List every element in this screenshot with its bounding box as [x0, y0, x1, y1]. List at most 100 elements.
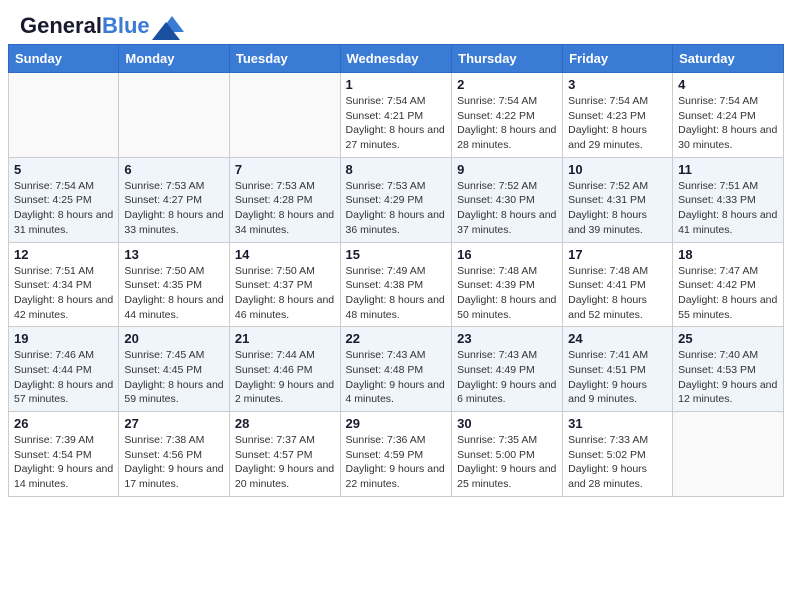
weekday-header-tuesday: Tuesday: [229, 45, 340, 73]
day-number: 18: [678, 247, 778, 262]
day-info: Sunrise: 7:51 AMSunset: 4:34 PMDaylight:…: [14, 264, 113, 323]
day-info: Sunrise: 7:44 AMSunset: 4:46 PMDaylight:…: [235, 348, 335, 407]
weekday-header-row: SundayMondayTuesdayWednesdayThursdayFrid…: [9, 45, 784, 73]
day-info: Sunrise: 7:51 AMSunset: 4:33 PMDaylight:…: [678, 179, 778, 238]
day-info: Sunrise: 7:49 AMSunset: 4:38 PMDaylight:…: [346, 264, 447, 323]
calendar-table: SundayMondayTuesdayWednesdayThursdayFrid…: [8, 44, 784, 497]
day-number: 6: [124, 162, 224, 177]
calendar-cell: 24Sunrise: 7:41 AMSunset: 4:51 PMDayligh…: [563, 327, 673, 412]
day-info: Sunrise: 7:47 AMSunset: 4:42 PMDaylight:…: [678, 264, 778, 323]
calendar-cell: 29 Sunrise: 7:36 AMSunset: 4:59 PMDayligh…: [340, 412, 452, 497]
day-number: 31: [568, 416, 667, 431]
logo-icon: [152, 12, 184, 40]
weekday-header-friday: Friday: [563, 45, 673, 73]
calendar-cell: 25Sunrise: 7:40 AMSunset: 4:53 PMDayligh…: [673, 327, 784, 412]
day-info: Sunrise: 7:39 AMSunset: 4:54 PMDaylight:…: [14, 433, 113, 492]
calendar-cell: 21Sunrise: 7:44 AMSunset: 4:46 PMDayligh…: [229, 327, 340, 412]
day-number: 19: [14, 331, 113, 346]
week-row-5: 26 Sunrise: 7:39 AMSunset: 4:54 PMDayligh…: [9, 412, 784, 497]
day-number: 15: [346, 247, 447, 262]
calendar-cell: [9, 73, 119, 158]
calendar-cell: 5 Sunrise: 7:54 AMSunset: 4:25 PMDaylight…: [9, 157, 119, 242]
calendar-cell: [229, 73, 340, 158]
calendar-cell: 10 Sunrise: 7:52 AMSunset: 4:31 PMDayligh…: [563, 157, 673, 242]
day-number: 1: [346, 77, 447, 92]
day-info: Sunrise: 7:54 AMSunset: 4:25 PMDaylight:…: [14, 179, 113, 238]
week-row-2: 5 Sunrise: 7:54 AMSunset: 4:25 PMDaylight…: [9, 157, 784, 242]
day-info: Sunrise: 7:35 AMSunset: 5:00 PMDaylight:…: [457, 433, 557, 492]
day-number: 27: [124, 416, 224, 431]
calendar-cell: 1 Sunrise: 7:54 AMSunset: 4:21 PMDaylight…: [340, 73, 452, 158]
day-info: Sunrise: 7:53 AMSunset: 4:27 PMDaylight:…: [124, 179, 224, 238]
weekday-header-thursday: Thursday: [452, 45, 563, 73]
weekday-header-sunday: Sunday: [9, 45, 119, 73]
day-number: 2: [457, 77, 557, 92]
day-info: Sunrise: 7:43 AMSunset: 4:48 PMDaylight:…: [346, 348, 447, 407]
day-number: 17: [568, 247, 667, 262]
day-info: Sunrise: 7:54 AMSunset: 4:22 PMDaylight:…: [457, 94, 557, 153]
calendar-cell: 16Sunrise: 7:48 AMSunset: 4:39 PMDayligh…: [452, 242, 563, 327]
day-number: 5: [14, 162, 113, 177]
weekday-header-monday: Monday: [119, 45, 230, 73]
calendar-wrap: SundayMondayTuesdayWednesdayThursdayFrid…: [0, 44, 792, 505]
day-number: 24: [568, 331, 667, 346]
calendar-cell: 13 Sunrise: 7:50 AMSunset: 4:35 PMDayligh…: [119, 242, 230, 327]
calendar-cell: 6 Sunrise: 7:53 AMSunset: 4:27 PMDaylight…: [119, 157, 230, 242]
calendar-cell: 18 Sunrise: 7:47 AMSunset: 4:42 PMDayligh…: [673, 242, 784, 327]
week-row-3: 12Sunrise: 7:51 AMSunset: 4:34 PMDayligh…: [9, 242, 784, 327]
calendar-cell: 8 Sunrise: 7:53 AMSunset: 4:29 PMDaylight…: [340, 157, 452, 242]
day-number: 20: [124, 331, 224, 346]
day-info: Sunrise: 7:53 AMSunset: 4:28 PMDaylight:…: [235, 179, 335, 238]
page-header: GeneralBlue: [0, 0, 792, 44]
day-number: 9: [457, 162, 557, 177]
day-number: 8: [346, 162, 447, 177]
day-number: 26: [14, 416, 113, 431]
calendar-cell: 3Sunrise: 7:54 AMSunset: 4:23 PMDaylight…: [563, 73, 673, 158]
week-row-4: 19 Sunrise: 7:46 AMSunset: 4:44 PMDayligh…: [9, 327, 784, 412]
calendar-cell: 17 Sunrise: 7:48 AMSunset: 4:41 PMDayligh…: [563, 242, 673, 327]
calendar-cell: [119, 73, 230, 158]
calendar-cell: 9 Sunrise: 7:52 AMSunset: 4:30 PMDaylight…: [452, 157, 563, 242]
day-info: Sunrise: 7:52 AMSunset: 4:31 PMDaylight:…: [568, 179, 667, 238]
day-info: Sunrise: 7:40 AMSunset: 4:53 PMDaylight:…: [678, 348, 778, 407]
weekday-header-wednesday: Wednesday: [340, 45, 452, 73]
day-number: 30: [457, 416, 557, 431]
weekday-header-saturday: Saturday: [673, 45, 784, 73]
calendar-cell: [673, 412, 784, 497]
day-number: 11: [678, 162, 778, 177]
day-info: Sunrise: 7:50 AMSunset: 4:35 PMDaylight:…: [124, 264, 224, 323]
day-info: Sunrise: 7:48 AMSunset: 4:41 PMDaylight:…: [568, 264, 667, 323]
day-number: 13: [124, 247, 224, 262]
calendar-cell: 27 Sunrise: 7:38 AMSunset: 4:56 PMDayligh…: [119, 412, 230, 497]
day-info: Sunrise: 7:53 AMSunset: 4:29 PMDaylight:…: [346, 179, 447, 238]
logo: GeneralBlue: [20, 12, 184, 40]
day-info: Sunrise: 7:38 AMSunset: 4:56 PMDaylight:…: [124, 433, 224, 492]
day-info: Sunrise: 7:43 AMSunset: 4:49 PMDaylight:…: [457, 348, 557, 407]
day-info: Sunrise: 7:54 AMSunset: 4:23 PMDaylight:…: [568, 94, 667, 153]
day-info: Sunrise: 7:46 AMSunset: 4:44 PMDaylight:…: [14, 348, 113, 407]
logo-text: GeneralBlue: [20, 14, 150, 38]
calendar-cell: 30 Sunrise: 7:35 AMSunset: 5:00 PMDayligh…: [452, 412, 563, 497]
day-info: Sunrise: 7:36 AMSunset: 4:59 PMDaylight:…: [346, 433, 447, 492]
calendar-cell: 11 Sunrise: 7:51 AMSunset: 4:33 PMDayligh…: [673, 157, 784, 242]
day-info: Sunrise: 7:48 AMSunset: 4:39 PMDaylight:…: [457, 264, 557, 323]
calendar-cell: 4Sunrise: 7:54 AMSunset: 4:24 PMDaylight…: [673, 73, 784, 158]
day-info: Sunrise: 7:54 AMSunset: 4:21 PMDaylight:…: [346, 94, 447, 153]
day-info: Sunrise: 7:52 AMSunset: 4:30 PMDaylight:…: [457, 179, 557, 238]
calendar-cell: 7Sunrise: 7:53 AMSunset: 4:28 PMDaylight…: [229, 157, 340, 242]
day-info: Sunrise: 7:37 AMSunset: 4:57 PMDaylight:…: [235, 433, 335, 492]
day-number: 10: [568, 162, 667, 177]
day-info: Sunrise: 7:45 AMSunset: 4:45 PMDaylight:…: [124, 348, 224, 407]
calendar-cell: 26 Sunrise: 7:39 AMSunset: 4:54 PMDayligh…: [9, 412, 119, 497]
day-info: Sunrise: 7:33 AMSunset: 5:02 PMDaylight:…: [568, 433, 667, 492]
day-number: 29: [346, 416, 447, 431]
calendar-cell: 2 Sunrise: 7:54 AMSunset: 4:22 PMDaylight…: [452, 73, 563, 158]
calendar-cell: 23Sunrise: 7:43 AMSunset: 4:49 PMDayligh…: [452, 327, 563, 412]
day-info: Sunrise: 7:54 AMSunset: 4:24 PMDaylight:…: [678, 94, 778, 153]
calendar-cell: 28 Sunrise: 7:37 AMSunset: 4:57 PMDayligh…: [229, 412, 340, 497]
calendar-cell: 15 Sunrise: 7:49 AMSunset: 4:38 PMDayligh…: [340, 242, 452, 327]
calendar-cell: 12Sunrise: 7:51 AMSunset: 4:34 PMDayligh…: [9, 242, 119, 327]
day-number: 28: [235, 416, 335, 431]
week-row-1: 1 Sunrise: 7:54 AMSunset: 4:21 PMDaylight…: [9, 73, 784, 158]
day-number: 14: [235, 247, 335, 262]
